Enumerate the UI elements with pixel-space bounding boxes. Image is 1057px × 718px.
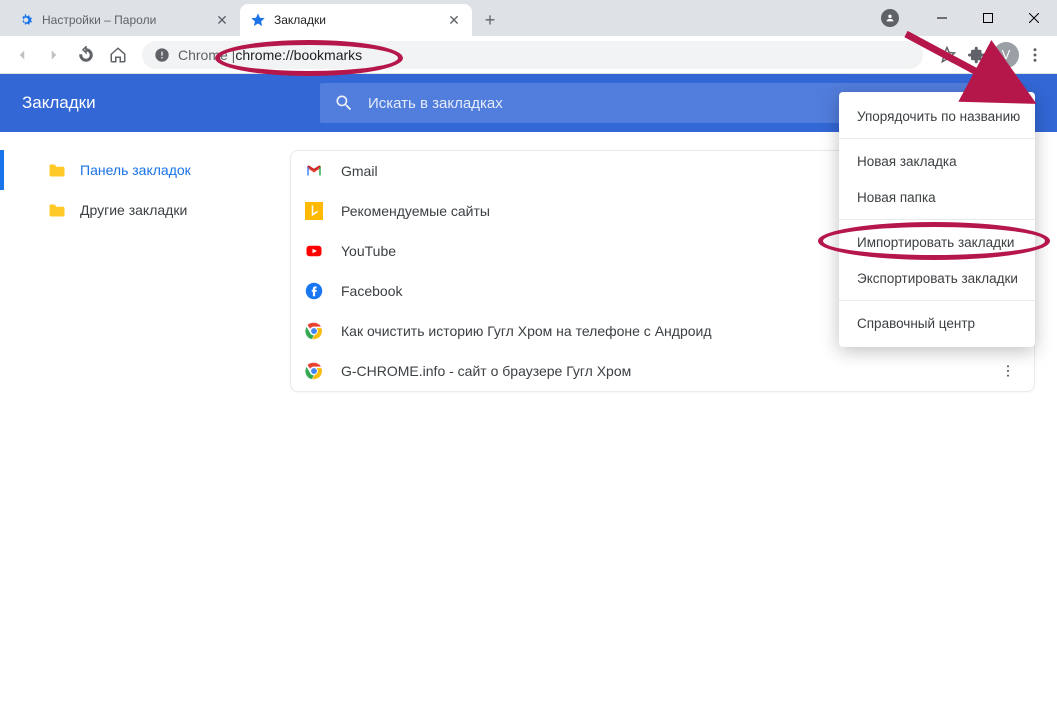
- sidebar: Панель закладок Другие закладки: [0, 132, 290, 718]
- new-tab-button[interactable]: +: [476, 6, 504, 34]
- window-close-button[interactable]: [1011, 3, 1057, 33]
- url-prefix: Chrome |: [178, 47, 235, 63]
- tab-title: Настройки – Пароли: [42, 13, 214, 27]
- extensions-icon[interactable]: [963, 41, 991, 69]
- sidebar-item-other-bookmarks[interactable]: Другие закладки: [0, 190, 290, 230]
- menu-divider: [839, 138, 1035, 139]
- window-minimize-button[interactable]: [919, 3, 965, 33]
- gmail-icon: [305, 162, 323, 180]
- bookmark-star-icon[interactable]: [933, 41, 961, 69]
- profile-avatar[interactable]: V: [993, 42, 1019, 68]
- menu-new-folder[interactable]: Новая папка: [839, 179, 1035, 215]
- menu-export-bookmarks[interactable]: Экспортировать закладки: [839, 260, 1035, 296]
- sidebar-item-label: Панель закладок: [80, 162, 191, 178]
- page-title: Закладки: [0, 93, 320, 113]
- avatar-letter: V: [1002, 47, 1011, 62]
- browser-tab-bookmarks[interactable]: Закладки ✕: [240, 4, 472, 36]
- window-controls: [881, 0, 1057, 36]
- browser-toolbar: Chrome | chrome://bookmarks V: [0, 36, 1057, 74]
- close-icon[interactable]: ✕: [446, 12, 462, 28]
- bing-icon: [305, 202, 323, 220]
- browser-tab-settings[interactable]: Настройки – Пароли ✕: [8, 4, 240, 36]
- folder-icon: [48, 163, 66, 177]
- menu-divider: [839, 219, 1035, 220]
- tab-title: Закладки: [274, 13, 446, 27]
- window-titlebar: Настройки – Пароли ✕ Закладки ✕ +: [0, 0, 1057, 36]
- profile-indicator-icon[interactable]: [881, 9, 899, 27]
- nav-home-button[interactable]: [104, 41, 132, 69]
- menu-new-bookmark[interactable]: Новая закладка: [839, 143, 1035, 179]
- window-maximize-button[interactable]: [965, 3, 1011, 33]
- chrome-icon: [305, 362, 323, 380]
- star-icon: [250, 12, 266, 28]
- nav-back-button[interactable]: [8, 41, 36, 69]
- bookmark-title: G-CHROME.info - сайт о браузере Гугл Хро…: [341, 363, 996, 379]
- organize-menu: Упорядочить по названию Новая закладка Н…: [839, 92, 1035, 347]
- nav-forward-button[interactable]: [40, 41, 68, 69]
- menu-import-bookmarks[interactable]: Импортировать закладки: [839, 224, 1035, 260]
- bookmark-item[interactable]: G-CHROME.info - сайт о браузере Гугл Хро…: [291, 351, 1034, 391]
- youtube-icon: [305, 242, 323, 260]
- chrome-icon: [305, 322, 323, 340]
- chrome-menu-button[interactable]: [1021, 41, 1049, 69]
- nav-reload-button[interactable]: [72, 41, 100, 69]
- menu-sort-by-name[interactable]: Упорядочить по названию: [839, 98, 1035, 134]
- menu-divider: [839, 300, 1035, 301]
- close-icon[interactable]: ✕: [214, 12, 230, 28]
- search-icon: [334, 93, 368, 113]
- facebook-icon: [305, 282, 323, 300]
- sidebar-item-bookmarks-bar[interactable]: Панель закладок: [0, 150, 290, 190]
- folder-icon: [48, 203, 66, 217]
- more-icon[interactable]: [996, 363, 1020, 379]
- site-info-icon[interactable]: [154, 47, 170, 63]
- menu-help-center[interactable]: Справочный центр: [839, 305, 1035, 341]
- sidebar-item-label: Другие закладки: [80, 202, 187, 218]
- settings-gear-icon: [18, 12, 34, 28]
- url-text: chrome://bookmarks: [235, 47, 362, 63]
- address-bar[interactable]: Chrome | chrome://bookmarks: [142, 41, 923, 69]
